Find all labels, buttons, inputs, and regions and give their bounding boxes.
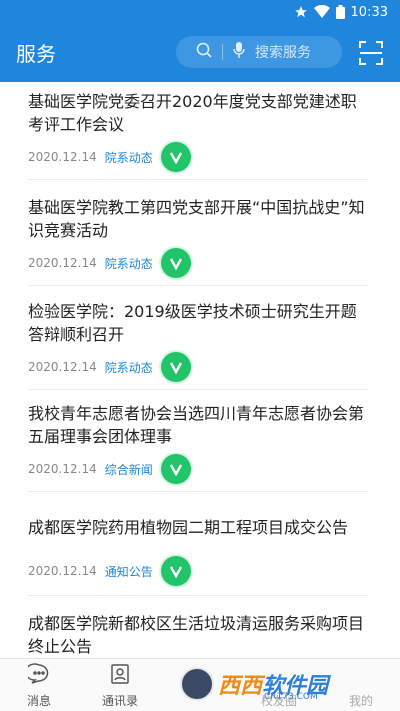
list-item[interactable]: 成都医学院新都校区生活垃圾清运服务采购项目终止公告 — [28, 604, 368, 658]
watermark-sub: CR173.COM — [264, 692, 318, 702]
nav-label: 通讯录 — [101, 694, 138, 708]
search-icon — [196, 42, 212, 62]
app-bar: 服务 搜索服务 — [0, 24, 400, 82]
news-category: 院系动态 — [104, 360, 153, 375]
news-category: 通知公告 — [104, 564, 153, 579]
list-item[interactable]: 我校青年志愿者协会当选四川青年志愿者协会第五届理事会团体理事 2020.12.1… — [28, 394, 368, 492]
contacts-icon — [109, 664, 131, 688]
news-title: 成都医学院新都校区生活垃圾清运服务采购项目终止公告 — [28, 614, 365, 656]
watermark-text-orange: 西西 — [218, 674, 263, 699]
news-meta: 2020.12.14 院系动态 — [28, 352, 191, 382]
battery-icon — [335, 5, 345, 19]
news-date: 2020.12.14 — [28, 256, 97, 270]
search-placeholder: 搜索服务 — [255, 45, 311, 61]
page-title: 服务 — [16, 42, 56, 66]
news-date: 2020.12.14 — [28, 564, 97, 578]
search-divider — [222, 44, 223, 60]
news-category: 综合新闻 — [104, 462, 153, 477]
list-item[interactable]: 检验医学院：2019级医学技术硕士研究生开题答辩顺利召开 2020.12.14 … — [28, 292, 368, 390]
news-list: 基础医学院党委召开2020年度党支部党建述职考评工作会议 2020.12.14 … — [0, 82, 400, 658]
verified-icon — [160, 142, 191, 172]
news-meta: 2020.12.14 综合新闻 — [28, 454, 191, 484]
news-date: 2020.12.14 — [28, 150, 97, 164]
news-date: 2020.12.14 — [28, 462, 97, 476]
news-title: 基础医学院党委召开2020年度党支部党建述职考评工作会议 — [28, 92, 357, 134]
news-category: 院系动态 — [104, 256, 153, 271]
news-title: 检验医学院：2019级医学技术硕士研究生开题答辩顺利召开 — [28, 302, 357, 344]
news-category: 院系动态 — [104, 150, 153, 165]
watermark-avatar — [180, 667, 214, 701]
verified-icon — [160, 454, 191, 484]
microphone-icon[interactable] — [233, 42, 245, 62]
scan-icon[interactable] — [359, 41, 383, 69]
status-time: 10:33 — [350, 4, 388, 20]
verified-icon — [160, 352, 191, 382]
news-title: 我校青年志愿者协会当选四川青年志愿者协会第五届理事会团体理事 — [28, 404, 365, 446]
list-item[interactable]: 基础医学院教工第四党支部开展“中国抗战史”知识竞赛活动 2020.12.14 院… — [28, 188, 368, 286]
list-item[interactable]: 基础医学院党委召开2020年度党支部党建述职考评工作会议 2020.12.14 … — [28, 82, 368, 180]
news-title: 成都医学院药用植物园二期工程项目成交公告 — [28, 518, 349, 537]
news-meta: 2020.12.14 院系动态 — [28, 248, 191, 278]
news-title: 基础医学院教工第四党支部开展“中国抗战史”知识竞赛活动 — [28, 198, 365, 240]
news-meta: 2020.12.14 通知公告 — [28, 556, 191, 586]
wifi-icon — [313, 5, 330, 19]
list-item[interactable]: 成都医学院药用植物园二期工程项目成交公告 2020.12.14 通知公告 — [28, 502, 368, 596]
news-meta: 2020.12.14 院系动态 — [28, 142, 191, 172]
star-icon — [294, 5, 308, 19]
verified-icon — [160, 556, 191, 586]
nav-label: 消息 — [26, 694, 51, 708]
status-bar: 10:33 — [0, 0, 400, 24]
watermark-logo: 西西软件园 CR173.COM — [180, 664, 380, 704]
search-input[interactable]: 搜索服务 — [176, 36, 342, 68]
message-icon — [24, 663, 50, 688]
verified-icon — [160, 248, 191, 278]
news-date: 2020.12.14 — [28, 360, 97, 374]
nav-item-contacts[interactable]: 通讯录 — [85, 663, 155, 709]
nav-item-messages[interactable]: 消息 — [4, 663, 74, 709]
